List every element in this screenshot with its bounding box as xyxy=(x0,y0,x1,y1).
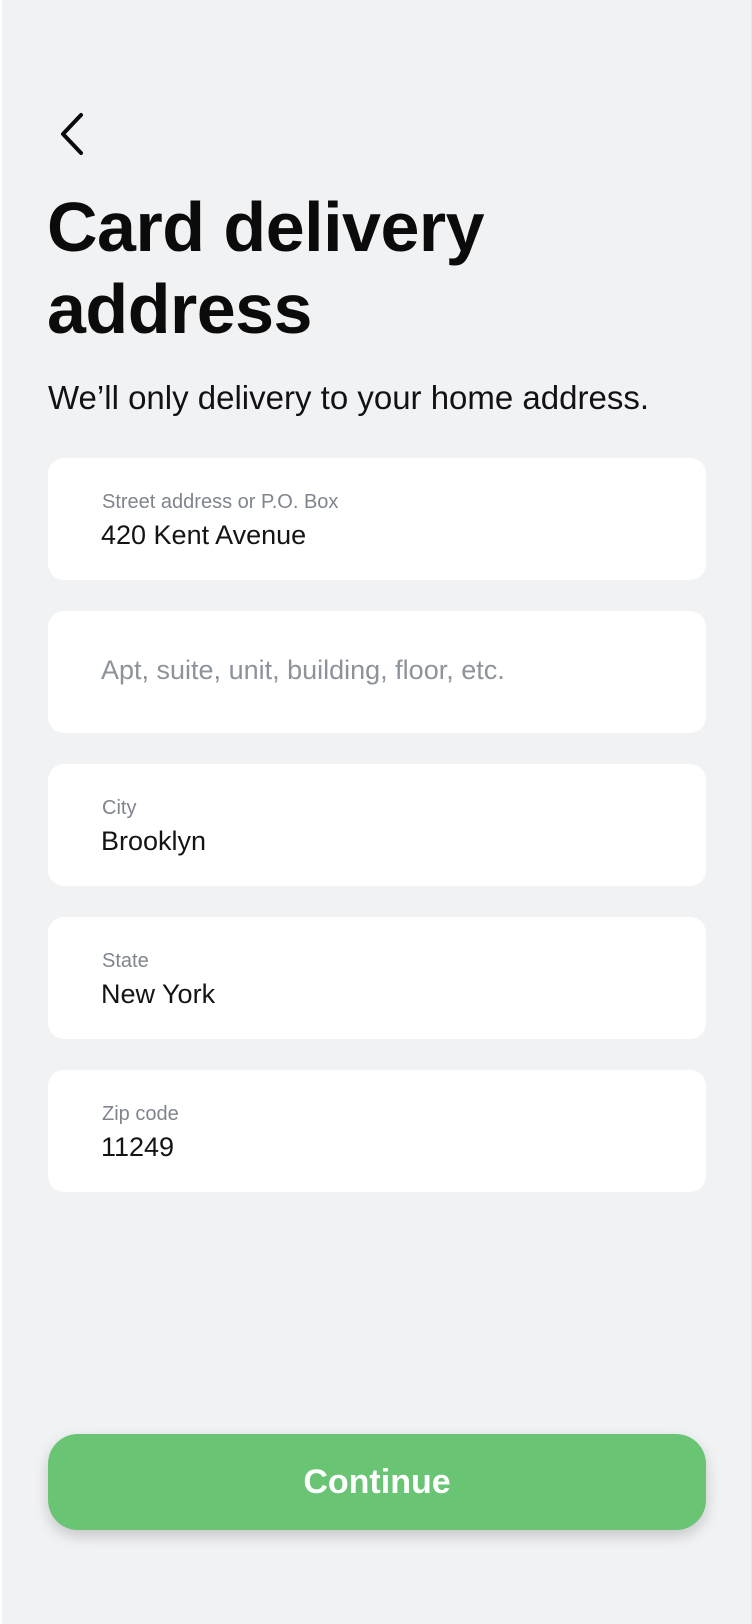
page-subtitle: We’ll only delivery to your home address… xyxy=(48,379,649,416)
chevron-left-icon xyxy=(57,112,87,156)
zip-code-field[interactable]: Zip code xyxy=(48,1070,706,1192)
state-field[interactable]: State xyxy=(48,917,706,1039)
city-field[interactable]: City xyxy=(48,764,706,886)
street-address-field[interactable]: Street address or P.O. Box xyxy=(48,458,706,580)
zip-code-label: Zip code xyxy=(102,1103,179,1125)
city-label: City xyxy=(102,797,137,819)
city-input[interactable] xyxy=(101,824,661,858)
zip-code-input[interactable] xyxy=(101,1130,661,1164)
state-label: State xyxy=(102,950,149,972)
delivery-address-screen: Card delivery address We’ll only deliver… xyxy=(2,0,751,1624)
page-title: Card delivery address xyxy=(47,188,485,348)
state-input[interactable] xyxy=(101,977,661,1011)
back-button[interactable] xyxy=(46,108,98,160)
continue-button[interactable]: Continue xyxy=(48,1434,706,1530)
street-address-label: Street address or P.O. Box xyxy=(102,491,339,513)
apt-suite-field[interactable] xyxy=(48,611,706,733)
apt-suite-input[interactable] xyxy=(101,653,661,687)
street-address-input[interactable] xyxy=(101,518,661,552)
